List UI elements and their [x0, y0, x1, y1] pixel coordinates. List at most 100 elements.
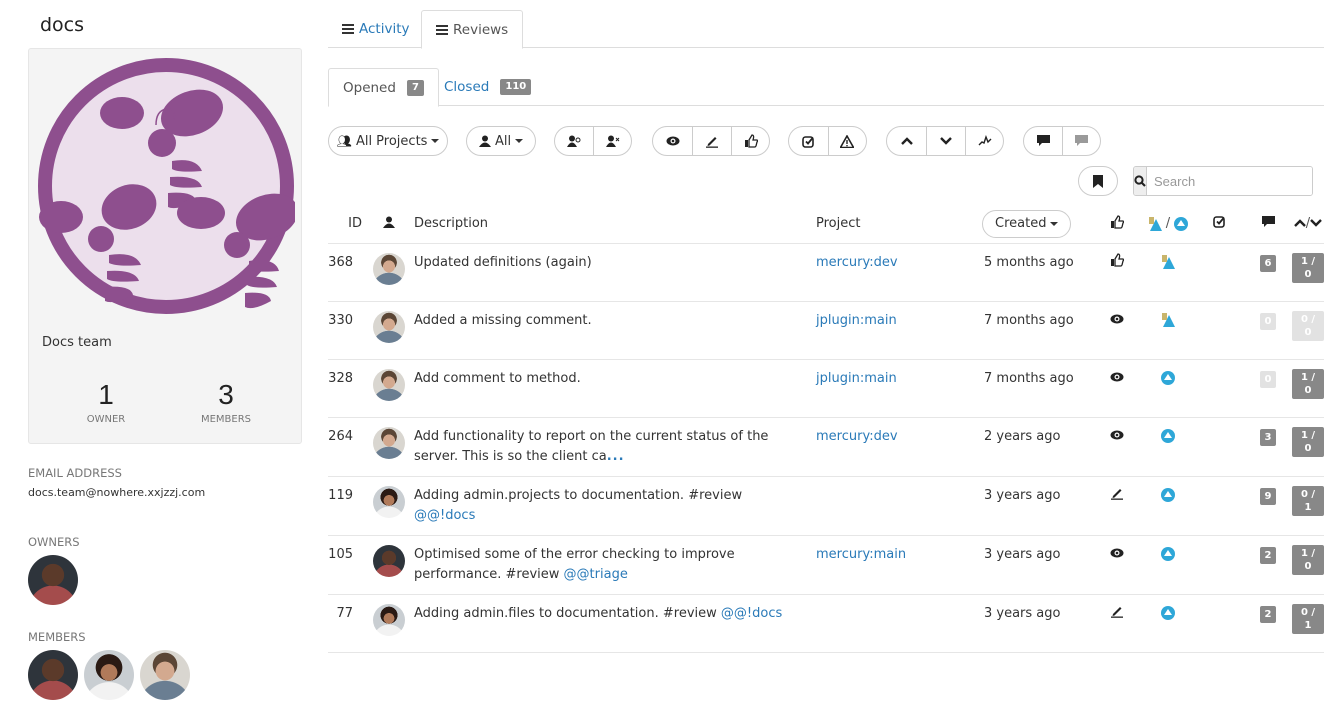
tab-activity[interactable]: Activity [328, 10, 424, 48]
table-row[interactable]: 330 Added a missing comment. jplugin:mai… [328, 301, 1324, 360]
project-link[interactable]: mercury:dev [816, 429, 898, 444]
table-row[interactable]: 77 Adding admin.files to documentation. … [328, 594, 1324, 653]
bookmark-button[interactable] [1078, 166, 1118, 196]
project-link[interactable]: jplugin:main [816, 313, 897, 328]
author-avatar[interactable] [373, 426, 405, 459]
review-id-link[interactable]: 105 [328, 535, 364, 595]
members-list [28, 650, 190, 700]
more-link[interactable]: ... [607, 449, 625, 464]
project-link[interactable]: jplugin:main [816, 371, 897, 386]
created-sort-button[interactable]: Created [982, 209, 1072, 238]
search-input[interactable] [1147, 167, 1312, 195]
comments-cell: 0 [1244, 301, 1292, 360]
comments-cell: 9 [1244, 476, 1292, 536]
votes-cell: 0 / 0 [1292, 301, 1324, 360]
table-row[interactable]: 368 Updated definitions (again) mercury:… [328, 243, 1324, 302]
members-stat[interactable]: 3 MEMBERS [166, 379, 286, 425]
user-filter[interactable]: All [466, 126, 536, 156]
project-link[interactable]: mercury:dev [816, 255, 898, 270]
vote-up-button[interactable] [887, 127, 926, 155]
has-comments-button[interactable] [1024, 127, 1062, 155]
member-avatar[interactable] [140, 650, 190, 700]
chevron-up-icon [900, 137, 913, 145]
user-remove-button[interactable] [593, 127, 631, 155]
review-id-link[interactable]: 368 [328, 243, 364, 302]
tests-pass-button[interactable] [789, 127, 828, 155]
owner-avatar[interactable] [28, 555, 78, 605]
table-row[interactable]: 328 Add comment to method. jplugin:main … [328, 359, 1324, 418]
member-avatar[interactable] [28, 650, 78, 700]
tab-closed[interactable]: Closed 110 [430, 68, 545, 106]
list-icon [342, 24, 354, 34]
search-icon[interactable] [1134, 167, 1147, 195]
user-dropdown-button[interactable]: All [467, 127, 535, 155]
description-cell[interactable]: Adding admin.projects to documentation. … [414, 476, 816, 536]
tab-opened[interactable]: Opened 7 [328, 68, 439, 107]
doc-triangle-icon [1161, 313, 1175, 327]
member-avatar[interactable] [84, 650, 134, 700]
needs-review-button[interactable] [653, 127, 692, 155]
members-count: 3 [218, 379, 234, 410]
no-comments-button[interactable] [1062, 127, 1100, 155]
review-id-link[interactable]: 119 [328, 476, 364, 536]
author-avatar[interactable] [373, 544, 405, 577]
owner-label: OWNER [86, 414, 126, 425]
mention-link[interactable]: @@triage [564, 567, 628, 582]
votes-badge: 1 / 0 [1292, 426, 1324, 457]
user-search-button[interactable] [555, 127, 593, 155]
vote-down-button[interactable] [926, 127, 965, 155]
description-header: Description [414, 205, 816, 244]
eye-icon [666, 136, 679, 146]
needs-revision-button[interactable] [692, 127, 731, 155]
table-row[interactable]: 264 Add functionality to report on the c… [328, 417, 1324, 477]
votes-cell: 0 / 1 [1292, 594, 1324, 653]
id-header[interactable]: ID [328, 205, 364, 244]
description-text: Add functionality to report on the curre… [414, 428, 769, 464]
description-cell[interactable]: Adding admin.files to documentation. #re… [414, 594, 816, 653]
comments-cell: 3 [1244, 417, 1292, 477]
description-cell[interactable]: Added a missing comment. [414, 301, 816, 360]
projects-dropdown-button[interactable]: 👥︎ All Projects [329, 127, 447, 155]
author-avatar[interactable] [373, 603, 405, 636]
project-header: Project [816, 205, 984, 244]
circle-triangle-icon [1161, 488, 1175, 502]
author-avatar[interactable] [373, 310, 405, 343]
review-id-link[interactable]: 330 [328, 301, 364, 360]
vote-none-button[interactable] [965, 127, 1003, 155]
user-remove-icon [605, 135, 620, 147]
pulse-icon [978, 135, 991, 146]
review-state-tabs: Opened 7 Closed 110 [328, 68, 1324, 107]
review-id-link[interactable]: 264 [328, 417, 364, 477]
tests-fail-button[interactable] [827, 127, 867, 155]
owners-label: OWNERS [28, 535, 80, 549]
description-cell[interactable]: Optimised some of the error checking to … [414, 535, 816, 595]
pencil-icon [706, 137, 718, 148]
owner-count: 1 [98, 379, 114, 410]
projects-filter[interactable]: 👥︎ All Projects [328, 126, 448, 156]
project-cell: mercury:dev [816, 243, 984, 302]
owner-stat[interactable]: 1 OWNER [46, 379, 166, 425]
project-link[interactable]: mercury:main [816, 547, 906, 562]
description-cell[interactable]: Add comment to method. [414, 359, 816, 418]
author-avatar[interactable] [373, 485, 405, 518]
description-cell[interactable]: Add functionality to report on the curre… [414, 417, 816, 477]
members-label: MEMBERS [200, 414, 252, 425]
created-cell: 2 years ago [984, 417, 1092, 477]
description-cell[interactable]: Updated definitions (again) [414, 243, 816, 302]
tab-reviews[interactable]: Reviews [421, 10, 524, 49]
table-row[interactable]: 105 Optimised some of the error checking… [328, 535, 1324, 595]
table-header-row: ID Description Project Created / / [328, 205, 1324, 244]
table-row[interactable]: 119 Adding admin.projects to documentati… [328, 476, 1324, 536]
comments-cell: 2 [1244, 594, 1292, 653]
checked-cell [1194, 535, 1244, 595]
author-avatar[interactable] [373, 252, 405, 285]
mention-link[interactable]: @@!docs [414, 508, 475, 523]
author-avatar[interactable] [373, 368, 405, 401]
review-id-link[interactable]: 328 [328, 359, 364, 418]
state-cell [1092, 359, 1142, 418]
approved-button[interactable] [731, 127, 769, 155]
mention-link[interactable]: @@!docs [721, 606, 782, 621]
review-id-link[interactable]: 77 [328, 594, 364, 653]
projects-filter-label: All Projects [355, 133, 428, 149]
checked-cell [1194, 301, 1244, 360]
